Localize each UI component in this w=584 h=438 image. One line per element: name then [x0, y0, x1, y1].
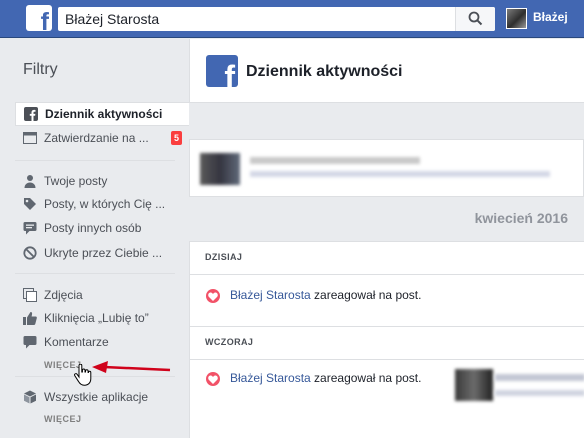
blurred-story-card[interactable]: [189, 139, 584, 197]
divider: [190, 274, 584, 275]
photos-icon: [23, 288, 37, 302]
chat-bubble-icon: [23, 221, 37, 235]
activity-text: zareagował na post.: [310, 371, 422, 385]
sidebar-item-comments[interactable]: Komentarze: [15, 330, 189, 354]
sidebar-item-label: Posty, w których Cię ...: [44, 197, 166, 211]
day-heading: DZISIAJ: [205, 252, 243, 262]
sidebar-item-label: Twoje posty: [44, 174, 108, 188]
page-title: Dziennik aktywności: [246, 63, 403, 80]
activity-entry: Błażej Starosta zareagował na post.: [230, 288, 421, 302]
sidebar-item-label: Dziennik aktywności: [45, 107, 163, 121]
user-name-link[interactable]: Błażej: [533, 10, 568, 24]
tag-icon: [23, 197, 37, 211]
search-input[interactable]: [58, 7, 453, 31]
month-heading: kwiecień 2016: [474, 210, 568, 226]
divider: [15, 160, 175, 161]
divider: [190, 359, 584, 360]
timeline-review-icon: [23, 131, 37, 145]
activity-log-main: f Dziennik aktywności kwiecień 2016 DZIS…: [189, 39, 584, 438]
facebook-logo-icon: [24, 107, 38, 121]
sidebar-item-likes[interactable]: Kliknięcia „Lubię to”: [15, 306, 189, 330]
blurred-thumbnail: [455, 369, 493, 401]
comment-icon: [23, 335, 37, 349]
sidebar-item-hidden[interactable]: Ukryte przez Ciebie ...: [15, 241, 189, 265]
activity-text: zareagował na post.: [310, 288, 422, 302]
actor-link[interactable]: Błażej Starosta: [230, 288, 311, 302]
heart-reaction-icon: [206, 372, 220, 386]
sidebar-item-others-posts[interactable]: Posty innych osób: [15, 216, 189, 240]
avatar[interactable]: [506, 8, 527, 29]
sidebar-item-label: Zdjęcia: [44, 288, 83, 302]
sidebar-item-all-apps[interactable]: Wszystkie aplikacje: [15, 385, 189, 409]
heart-reaction-icon: [206, 289, 220, 303]
blurred-thumbnail: [200, 153, 240, 185]
facebook-logo-icon[interactable]: f: [26, 5, 52, 31]
facebook-logo-icon: f: [206, 55, 238, 87]
sidebar: Filtry Dziennik aktywności Zatwierdzanie…: [0, 39, 189, 438]
sidebar-title: Filtry: [23, 61, 58, 78]
sidebar-item-label: Wszystkie aplikacje: [44, 390, 149, 404]
sidebar-item-label: Kliknięcia „Lubię to”: [44, 311, 149, 325]
red-arrow-icon: [92, 361, 171, 373]
sidebar-item-label: Zatwierdzanie na ...: [44, 131, 149, 145]
divider: [15, 376, 175, 377]
search-box: [58, 7, 495, 31]
person-icon: [23, 174, 37, 188]
sidebar-item-tagged-posts[interactable]: Posty, w których Cię ...: [15, 192, 189, 216]
activity-entry: Błażej Starosta zareagował na post.: [230, 371, 421, 385]
hand-cursor-icon: [74, 364, 92, 386]
notification-badge: 5: [171, 131, 182, 145]
day-section-today: DZISIAJ Błażej Starosta zareagował na po…: [189, 241, 584, 326]
sidebar-item-label: Komentarze: [44, 335, 109, 349]
sidebar-item-photos[interactable]: Zdjęcia: [15, 283, 189, 307]
divider: [15, 273, 175, 274]
day-section-yesterday: WCZORAJ Błażej Starosta zareagował na po…: [189, 326, 584, 438]
day-heading: WCZORAJ: [205, 337, 254, 347]
see-more-link[interactable]: WIĘCEJ: [44, 414, 82, 424]
apps-cube-icon: [23, 390, 37, 404]
blurred-text: [250, 171, 550, 177]
hidden-icon: [23, 246, 37, 260]
top-navigation-bar: f Błażej: [0, 0, 584, 38]
blurred-text: [250, 157, 420, 164]
search-icon: [468, 11, 483, 26]
search-button[interactable]: [455, 7, 495, 31]
activity-log-header: f Dziennik aktywności: [189, 39, 584, 103]
sidebar-item-timeline-review[interactable]: Zatwierdzanie na ... 5: [15, 126, 189, 150]
blurred-text: [495, 374, 584, 381]
sidebar-item-label: Posty innych osób: [44, 221, 142, 235]
actor-link[interactable]: Błażej Starosta: [230, 371, 311, 385]
sidebar-item-label: Ukryte przez Ciebie ...: [44, 246, 163, 260]
blurred-text: [495, 390, 584, 396]
thumbs-up-icon: [23, 311, 37, 325]
sidebar-item-activity-log[interactable]: Dziennik aktywności: [15, 102, 189, 126]
sidebar-item-your-posts[interactable]: Twoje posty: [15, 169, 189, 193]
